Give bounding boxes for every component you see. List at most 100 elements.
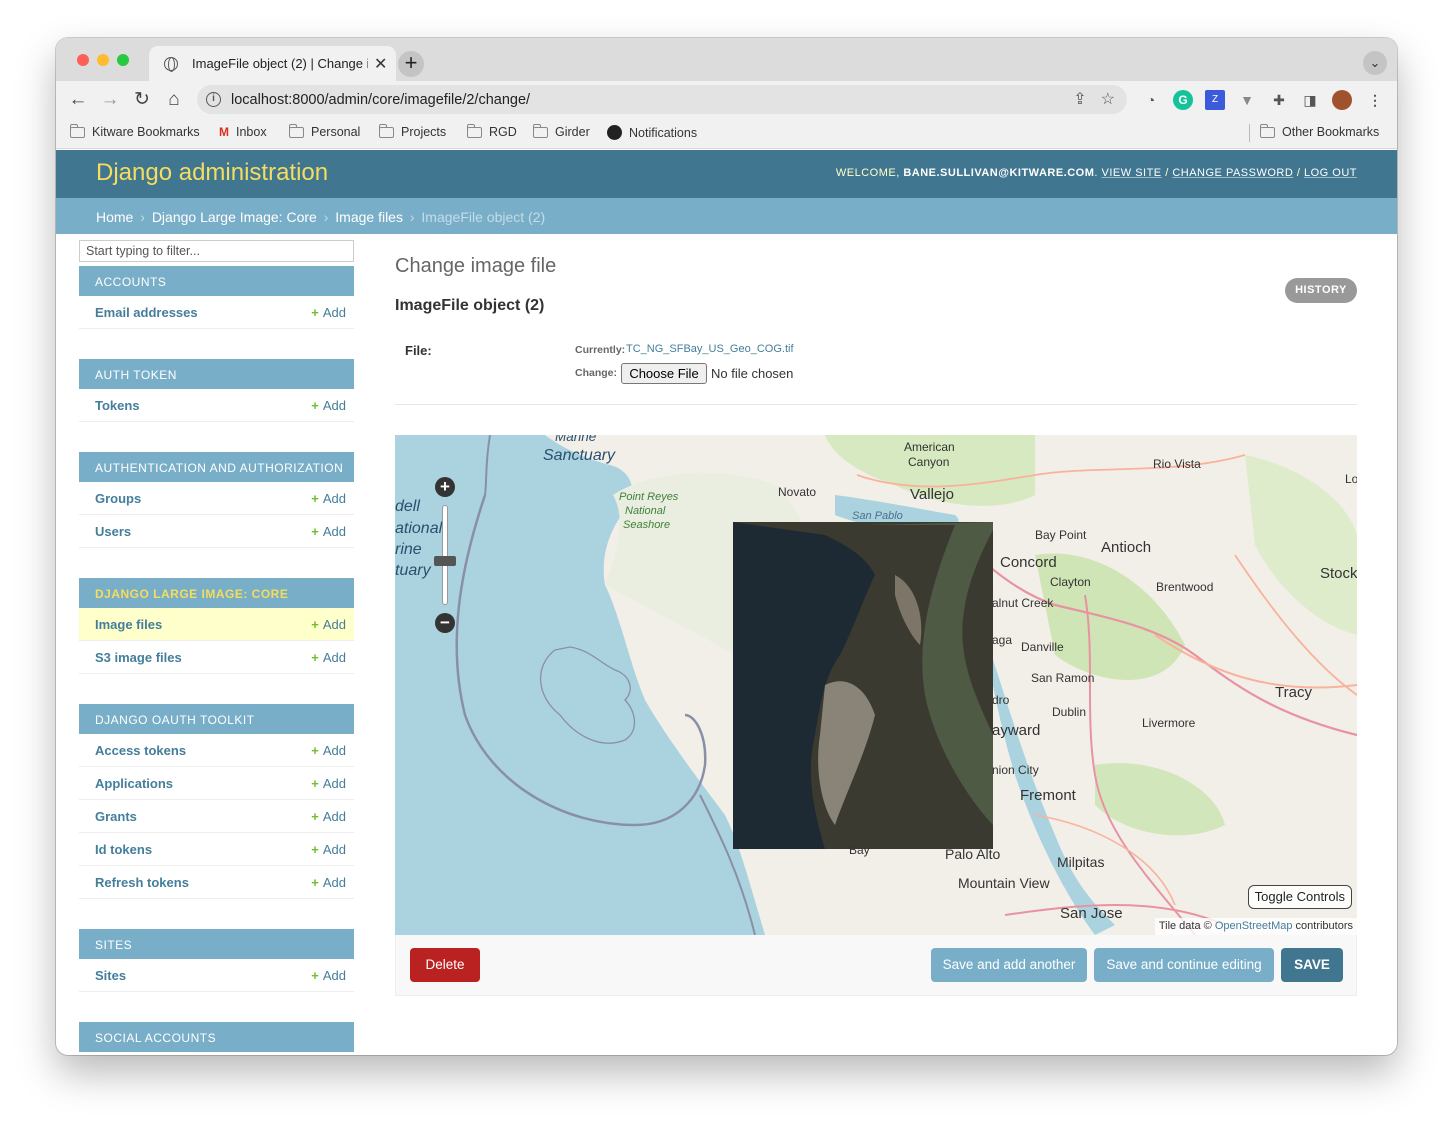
performance-extension-icon[interactable]: ◔	[1141, 90, 1161, 110]
nav-filter-input[interactable]: Start typing to filter...	[79, 240, 354, 262]
view-site-link[interactable]: VIEW SITE	[1102, 167, 1162, 179]
tab-strip: ImageFile object (2) | Change i ✕ + ⌄	[56, 38, 1397, 81]
module-caption[interactable]: SOCIAL ACCOUNTS	[79, 1022, 354, 1052]
model-link[interactable]: Tokens	[95, 398, 140, 413]
map-viewer[interactable]: Marine Sanctuary dell ational rine tuary…	[395, 435, 1357, 935]
save-and-add-another-button[interactable]: Save and add another	[931, 948, 1087, 982]
module-caption[interactable]: AUTH TOKEN	[79, 359, 354, 389]
vue-extension-icon[interactable]: ▼	[1237, 90, 1257, 110]
add-link[interactable]: + Add	[311, 617, 346, 632]
new-tab-button[interactable]: +	[398, 51, 424, 77]
sidebar-item-grants: Grants + Add	[79, 800, 354, 833]
choose-file-button[interactable]: Choose File	[621, 363, 707, 384]
map-label: Seashore	[623, 519, 671, 531]
model-link[interactable]: Grants	[95, 809, 137, 824]
add-link[interactable]: + Add	[311, 743, 346, 758]
module-sites: SITES Sites + Add	[79, 929, 354, 992]
bookmark-star-icon[interactable]: ☆	[1101, 89, 1115, 109]
site-info-icon[interactable]: i	[206, 92, 221, 107]
browser-window: ImageFile object (2) | Change i ✕ + ⌄ ← …	[56, 38, 1397, 1055]
folder-icon	[533, 123, 548, 138]
grammarly-extension-icon[interactable]: G	[1173, 90, 1193, 110]
model-link[interactable]: Id tokens	[95, 842, 152, 857]
sidebar-item-groups: Groups + Add	[79, 482, 354, 515]
extensions-puzzle-icon[interactable]: ✚	[1269, 90, 1289, 110]
globe-icon	[164, 56, 178, 72]
maximize-window-button[interactable]	[117, 54, 129, 66]
address-bar[interactable]: i localhost:8000/admin/core/imagefile/2/…	[197, 85, 1127, 114]
model-link[interactable]: Sites	[95, 968, 126, 983]
more-menu-icon[interactable]: ⋮	[1365, 90, 1385, 110]
folder-icon	[379, 123, 394, 138]
side-panel-icon[interactable]: ◨	[1300, 90, 1320, 110]
add-link[interactable]: + Add	[311, 524, 346, 539]
model-link[interactable]: Access tokens	[95, 743, 186, 758]
tab-close-icon[interactable]: ✕	[374, 54, 387, 74]
bookmark-girder[interactable]: Girder	[533, 123, 590, 139]
model-link[interactable]: Users	[95, 524, 131, 539]
minimize-window-button[interactable]	[97, 54, 109, 66]
log-out-link[interactable]: LOG OUT	[1304, 167, 1357, 179]
history-button[interactable]: HISTORY	[1285, 278, 1357, 303]
tab-search-button[interactable]: ⌄	[1363, 51, 1387, 75]
add-link[interactable]: + Add	[311, 398, 346, 413]
add-link[interactable]: + Add	[311, 491, 346, 506]
add-link[interactable]: + Add	[311, 776, 346, 791]
share-icon[interactable]: ⇪	[1073, 89, 1086, 109]
model-link[interactable]: Groups	[95, 491, 141, 506]
bookmark-other[interactable]: Other Bookmarks	[1260, 123, 1379, 139]
delete-button[interactable]: Delete	[410, 948, 480, 982]
model-link[interactable]: Refresh tokens	[95, 875, 189, 890]
model-link[interactable]: Email addresses	[95, 305, 198, 320]
profile-avatar[interactable]	[1332, 90, 1352, 110]
close-window-button[interactable]	[77, 54, 89, 66]
add-link[interactable]: + Add	[311, 842, 346, 857]
forward-arrow-icon[interactable]: →	[97, 87, 123, 113]
add-link[interactable]: + Add	[311, 968, 346, 983]
model-link[interactable]: Image files	[95, 617, 162, 632]
reload-icon[interactable]: ↻	[129, 87, 155, 113]
breadcrumb-app[interactable]: Django Large Image: Core	[152, 209, 317, 225]
openstreetmap-link[interactable]: OpenStreetMap	[1215, 920, 1293, 932]
browser-tab-active[interactable]: ImageFile object (2) | Change i ✕	[149, 46, 396, 81]
add-link[interactable]: + Add	[311, 809, 346, 824]
module-caption[interactable]: DJANGO LARGE IMAGE: CORE	[79, 578, 354, 608]
map-label: Antioch	[1101, 539, 1152, 556]
back-arrow-icon[interactable]: ←	[65, 87, 91, 113]
add-link[interactable]: + Add	[311, 305, 346, 320]
module-caption[interactable]: ACCOUNTS	[79, 266, 354, 296]
current-file-link[interactable]: TC_NG_SFBay_US_Geo_COG.tif	[626, 343, 794, 355]
change-password-link[interactable]: CHANGE PASSWORD	[1172, 167, 1293, 179]
breadcrumb-model[interactable]: Image files	[335, 209, 403, 225]
save-button[interactable]: SAVE	[1281, 948, 1343, 982]
model-link[interactable]: Applications	[95, 776, 173, 791]
module-caption[interactable]: DJANGO OAUTH TOOLKIT	[79, 704, 354, 734]
site-brand[interactable]: Django administration	[96, 159, 328, 187]
toggle-controls-button[interactable]: Toggle Controls	[1247, 885, 1352, 909]
add-link[interactable]: + Add	[311, 650, 346, 665]
bookmark-notifications[interactable]: Notifications	[607, 125, 697, 140]
add-icon: +	[311, 305, 319, 320]
zoom-out-button[interactable]: −	[435, 613, 455, 633]
breadcrumb-home[interactable]: Home	[96, 209, 133, 225]
model-link[interactable]: S3 image files	[95, 650, 182, 665]
bookmark-inbox[interactable]: M Inbox	[219, 125, 267, 139]
bookmark-personal[interactable]: Personal	[289, 123, 360, 139]
bookmark-rgd[interactable]: RGD	[467, 123, 517, 139]
map-label: dell	[395, 498, 420, 515]
home-icon[interactable]: ⌂	[161, 87, 187, 113]
zoom-slider-handle[interactable]	[434, 556, 456, 566]
bookmark-projects[interactable]: Projects	[379, 123, 446, 139]
zoom-in-button[interactable]: +	[435, 477, 455, 497]
map-label: Marine	[555, 435, 597, 444]
address-url[interactable]: localhost:8000/admin/core/imagefile/2/ch…	[231, 92, 530, 108]
zoom-slider-track[interactable]	[442, 505, 448, 605]
save-and-continue-button[interactable]: Save and continue editing	[1094, 948, 1274, 982]
add-link[interactable]: + Add	[311, 875, 346, 890]
module-caption[interactable]: SITES	[79, 929, 354, 959]
map-label: Livermore	[1142, 716, 1196, 730]
bookmark-kitware[interactable]: Kitware Bookmarks	[70, 123, 200, 139]
zotero-extension-icon[interactable]: Z	[1205, 90, 1225, 110]
add-icon: +	[311, 491, 319, 506]
module-caption[interactable]: AUTHENTICATION AND AUTHORIZATION	[79, 452, 354, 482]
